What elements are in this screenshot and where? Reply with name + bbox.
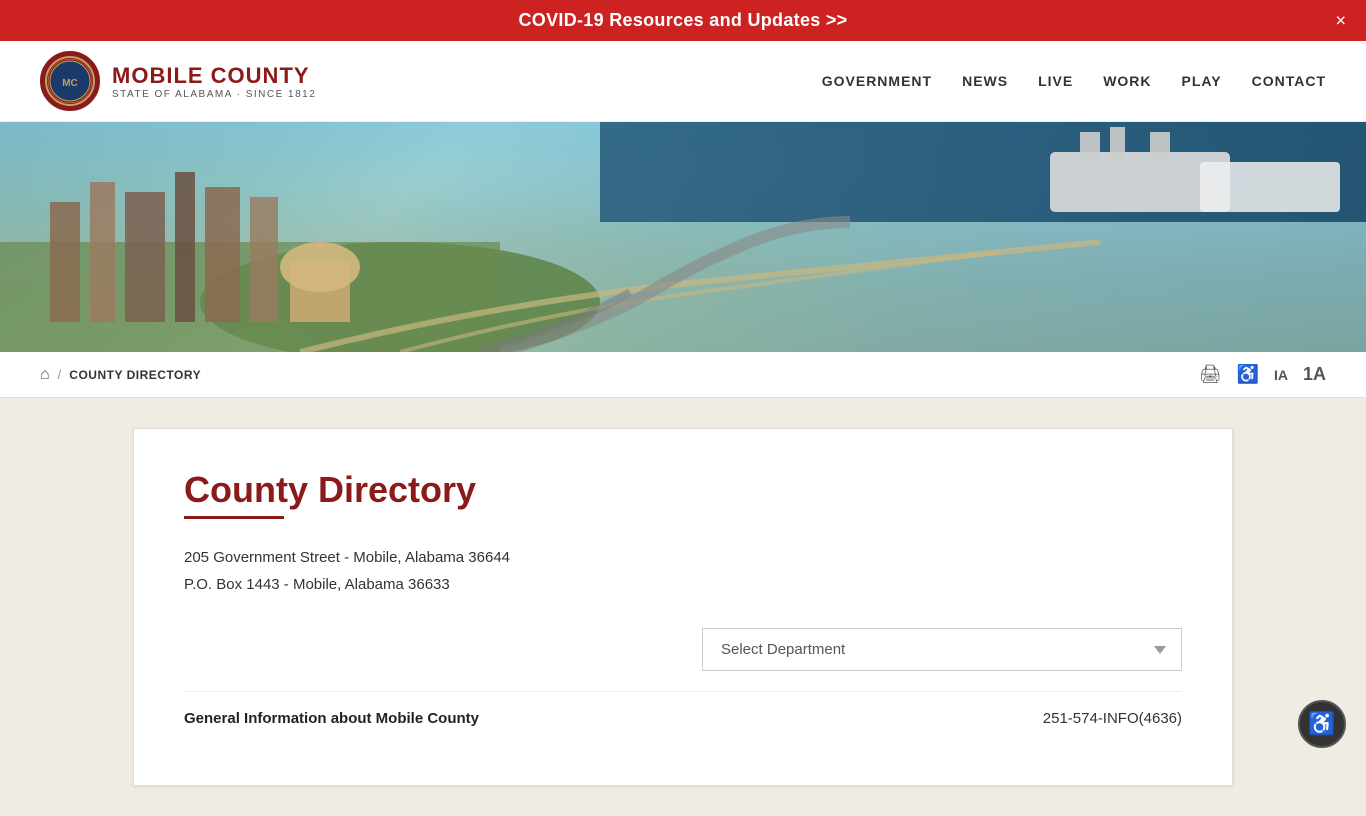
accessibility-button[interactable]: ♿ <box>1298 700 1346 748</box>
address-line1: 205 Government Street - Mobile, Alabama … <box>184 544 1182 571</box>
breadcrumb-separator: / <box>58 367 62 382</box>
main-wrapper: County Directory 205 Government Street -… <box>0 398 1366 816</box>
table-row: General Information about Mobile County … <box>184 691 1182 745</box>
nav-work[interactable]: WORK <box>1103 68 1151 94</box>
nav-play[interactable]: PLAY <box>1182 68 1222 94</box>
covid-close-button[interactable]: × <box>1335 10 1346 31</box>
logo-area[interactable]: MC MOBILE COUNTY STATE OF ALABAMA · SINC… <box>40 51 316 111</box>
covid-banner[interactable]: COVID-19 Resources and Updates >> × <box>0 0 1366 41</box>
accessibility-icon[interactable]: ♿ <box>1237 364 1259 385</box>
department-select-container: Select Department <box>184 628 1182 671</box>
nav-government[interactable]: GOVERNMENT <box>822 68 932 94</box>
main-nav: GOVERNMENT NEWS LIVE WORK PLAY CONTACT <box>822 68 1326 94</box>
breadcrumb-current: COUNTY DIRECTORY <box>69 368 201 382</box>
breadcrumb-bar: ⌂ / COUNTY DIRECTORY 🖨 ♿ IA 1A <box>0 352 1366 398</box>
logo-icon: MC <box>40 51 100 111</box>
text-decrease-button[interactable]: IA <box>1274 367 1288 383</box>
nav-news[interactable]: NEWS <box>962 68 1008 94</box>
dept-name: General Information about Mobile County <box>184 710 479 727</box>
page-title: County Directory <box>184 469 1182 511</box>
nav-live[interactable]: LIVE <box>1038 68 1073 94</box>
title-underline <box>184 516 284 519</box>
address-block: 205 Government Street - Mobile, Alabama … <box>184 544 1182 598</box>
department-select[interactable]: Select Department <box>702 628 1182 671</box>
svg-text:MC: MC <box>62 78 78 89</box>
dept-phone: 251-574-INFO(4636) <box>1043 710 1182 727</box>
breadcrumb: ⌂ / COUNTY DIRECTORY <box>40 366 201 384</box>
hero-image <box>0 122 1366 352</box>
content-card: County Directory 205 Government Street -… <box>133 428 1233 786</box>
text-increase-button[interactable]: 1A <box>1303 364 1326 385</box>
nav-contact[interactable]: CONTACT <box>1252 68 1326 94</box>
home-icon[interactable]: ⌂ <box>40 366 50 384</box>
toolbar-icons: 🖨 ♿ IA 1A <box>1199 364 1326 385</box>
site-header: MC MOBILE COUNTY STATE OF ALABAMA · SINC… <box>0 41 1366 122</box>
org-name: MOBILE COUNTY <box>112 63 316 89</box>
covid-banner-text: COVID-19 Resources and Updates >> <box>518 10 847 30</box>
print-icon[interactable]: 🖨 <box>1199 364 1222 385</box>
org-subtitle: STATE OF ALABAMA · SINCE 1812 <box>112 89 316 100</box>
logo-text: MOBILE COUNTY STATE OF ALABAMA · SINCE 1… <box>112 63 316 100</box>
address-line2: P.O. Box 1443 - Mobile, Alabama 36633 <box>184 571 1182 598</box>
accessibility-btn-icon: ♿ <box>1308 711 1335 737</box>
